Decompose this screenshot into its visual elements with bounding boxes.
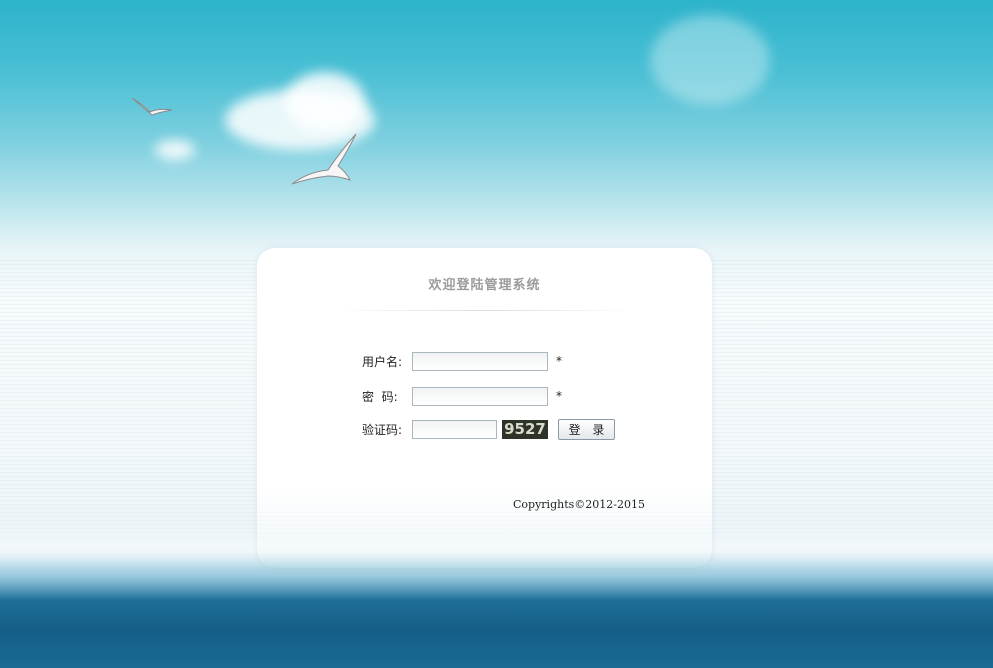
seagull-icon	[288, 132, 360, 188]
seagull-icon	[130, 96, 174, 120]
captcha-row: 验证码: 9527 登 录	[362, 418, 615, 440]
page-title: 欢迎登陆管理系统	[428, 278, 541, 293]
login-button[interactable]: 登 录	[558, 418, 615, 440]
login-panel: 欢迎登陆管理系统 用户名: * 密 码: * 验证码: 9527 登 录 Cop…	[257, 248, 712, 568]
password-input[interactable]	[412, 386, 548, 406]
captcha-label: 验证码:	[362, 422, 403, 437]
title-divider	[335, 310, 635, 311]
captcha-image[interactable]: 9527	[502, 419, 548, 439]
copyright-text: Copyrights©2012-2015	[513, 498, 645, 511]
password-label: 密 码:	[362, 389, 398, 404]
required-mark: *	[556, 354, 562, 368]
username-input[interactable]	[412, 351, 548, 371]
cloud-icon	[650, 15, 770, 105]
username-row: 用户名: *	[362, 351, 562, 371]
captcha-input[interactable]	[412, 419, 497, 439]
username-label: 用户名:	[362, 354, 403, 369]
required-mark: *	[556, 389, 562, 403]
password-row: 密 码: *	[362, 386, 562, 406]
cloud-icon	[155, 140, 195, 160]
cloud-icon	[285, 72, 365, 132]
